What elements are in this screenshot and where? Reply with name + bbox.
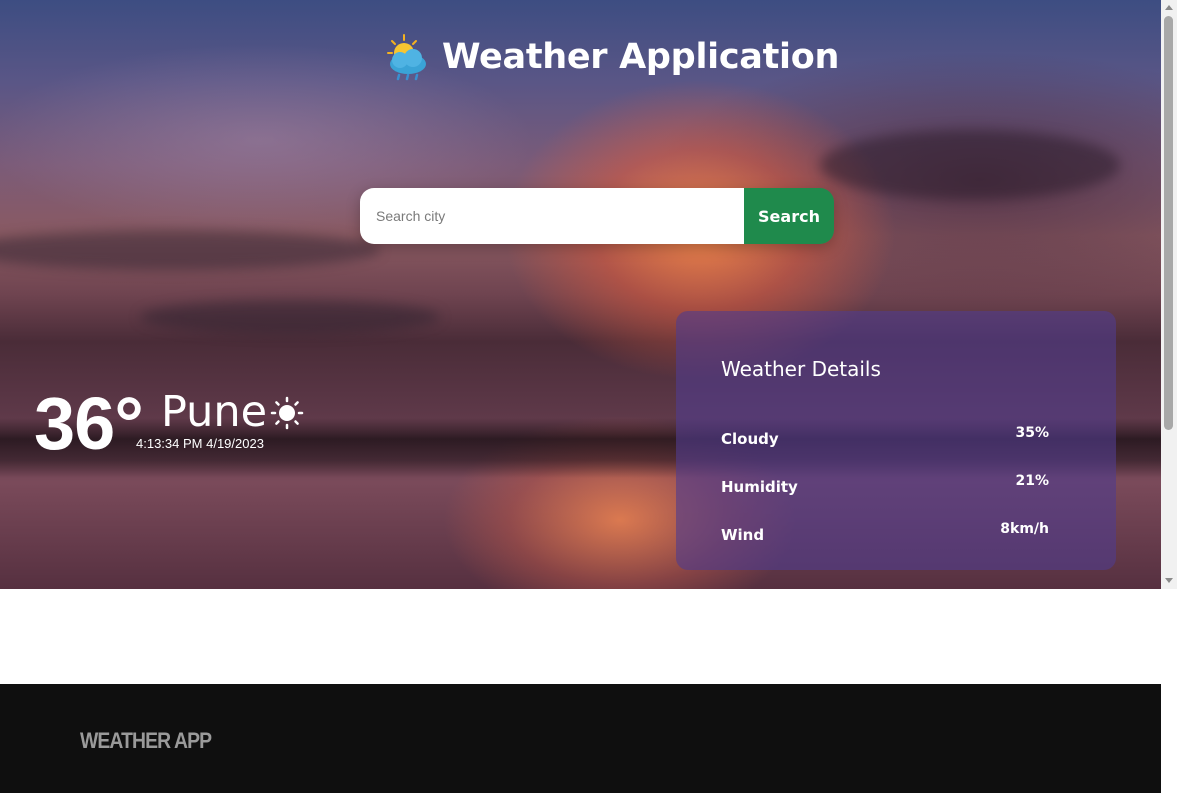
scrollbar-thumb[interactable] bbox=[1164, 16, 1173, 430]
cloud-shape bbox=[0, 230, 380, 270]
detail-value: 8km/h bbox=[1000, 521, 1049, 537]
city-name: Pune bbox=[161, 387, 268, 437]
app-header: Weather Application bbox=[386, 32, 839, 82]
scrollbar[interactable] bbox=[1161, 0, 1177, 589]
weather-details-panel: Weather Details Cloudy 35% Humidity 21% … bbox=[676, 311, 1116, 570]
scroll-up-arrow-icon[interactable] bbox=[1165, 5, 1173, 10]
details-title: Weather Details bbox=[721, 357, 881, 381]
detail-row-cloudy: Cloudy 35% bbox=[721, 425, 1049, 454]
cloud-shape bbox=[140, 300, 440, 334]
detail-row-wind: Wind 8km/h bbox=[721, 521, 1049, 550]
date-time: 4:13:34 PM 4/19/2023 bbox=[136, 436, 264, 451]
sun-behind-rain-cloud-icon bbox=[386, 33, 430, 81]
page-title: Weather Application bbox=[442, 37, 840, 77]
detail-label: Wind bbox=[721, 526, 765, 544]
footer: WEATHER APP bbox=[0, 684, 1161, 793]
detail-value: 35% bbox=[1015, 425, 1049, 441]
hero-section: Weather Application Search 36° Pune bbox=[0, 0, 1161, 589]
scroll-down-arrow-icon[interactable] bbox=[1165, 578, 1173, 583]
detail-row-humidity: Humidity 21% bbox=[721, 473, 1049, 502]
sun-icon bbox=[270, 396, 304, 430]
search-form: Search bbox=[360, 188, 834, 244]
detail-label: Humidity bbox=[721, 478, 798, 496]
temperature: 36° bbox=[34, 382, 144, 465]
detail-label: Cloudy bbox=[721, 430, 779, 448]
detail-value: 21% bbox=[1015, 473, 1049, 489]
page: Weather Application Search 36° Pune bbox=[0, 0, 1161, 793]
cloud-shape bbox=[820, 130, 1120, 200]
footer-brand: WEATHER APP bbox=[80, 728, 212, 753]
search-button[interactable]: Search bbox=[744, 188, 834, 244]
search-input[interactable] bbox=[360, 188, 744, 244]
